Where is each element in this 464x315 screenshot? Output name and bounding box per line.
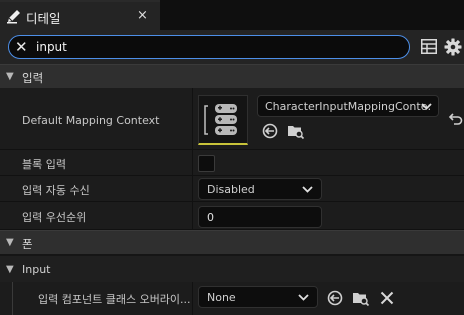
- gear-icon[interactable]: [444, 38, 462, 56]
- section-input[interactable]: ▼ 입력: [0, 64, 464, 88]
- mapping-context-dropdown[interactable]: CharacterInputMappingConte:: [257, 95, 439, 117]
- browse-class-icon[interactable]: [352, 289, 370, 307]
- property-name: 블록 입력: [22, 158, 66, 171]
- row-input-component-class-override: 입력 컴포넌트 클래스 오버라이... None: [0, 282, 464, 315]
- reset-to-default-icon[interactable]: [446, 110, 464, 128]
- collapse-arrow-icon: ▼: [6, 71, 14, 82]
- chevron-down-icon: [302, 186, 313, 193]
- column-divider: [192, 88, 193, 149]
- use-selected-class-icon[interactable]: [326, 289, 344, 307]
- subsection-input[interactable]: ▼ Input: [0, 256, 464, 282]
- table-view-icon[interactable]: [421, 39, 437, 54]
- details-tab[interactable]: 디테일 ×: [0, 0, 160, 30]
- column-divider: [192, 150, 193, 175]
- dropdown-value: None: [207, 291, 236, 304]
- row-input-priority: 입력 우선순위 0: [0, 202, 464, 230]
- section-label: 폰: [22, 237, 33, 251]
- tab-close-button[interactable]: ×: [137, 8, 148, 23]
- search-input[interactable]: ✕ input: [8, 35, 410, 59]
- chevron-down-icon: [298, 294, 309, 301]
- browse-asset-icon[interactable]: [287, 122, 305, 140]
- column-divider: [192, 176, 193, 201]
- property-name: 입력 컴포넌트 클래스 오버라이...: [38, 293, 191, 306]
- row-block-input: 블록 입력: [0, 150, 464, 176]
- search-value: input: [36, 40, 67, 54]
- dropdown-value: CharacterInputMappingConte:: [265, 100, 432, 113]
- field-value: 0: [207, 211, 214, 224]
- section-pawn[interactable]: ▼ 폰: [0, 230, 464, 254]
- collapse-arrow-icon: ▼: [6, 264, 14, 275]
- property-name: Default Mapping Context: [22, 114, 160, 127]
- subsection-label: Input: [22, 263, 51, 276]
- search-row: ✕ input: [0, 30, 464, 64]
- row-auto-receive-input: 입력 자동 수신 Disabled: [0, 176, 464, 202]
- clear-class-icon[interactable]: [378, 289, 396, 307]
- collapse-arrow-icon: ▼: [6, 237, 14, 248]
- dropdown-value: Disabled: [207, 183, 255, 196]
- section-label: 입력: [22, 71, 44, 85]
- use-selected-asset-icon[interactable]: [261, 122, 279, 140]
- details-tab-bar: 디테일 ×: [0, 0, 464, 30]
- input-priority-field[interactable]: 0: [198, 206, 322, 228]
- tab-title: 디테일: [26, 11, 61, 26]
- chevron-down-icon: [421, 103, 432, 110]
- auto-receive-dropdown[interactable]: Disabled: [198, 178, 322, 200]
- indent-guide: [12, 282, 13, 315]
- property-name: 입력 우선순위: [22, 211, 87, 224]
- component-class-dropdown[interactable]: None: [198, 286, 318, 308]
- property-name: 입력 자동 수신: [22, 184, 90, 197]
- pencil-icon: [7, 10, 20, 24]
- column-divider: [192, 282, 193, 315]
- column-divider: [192, 202, 193, 229]
- asset-thumbnail[interactable]: [198, 95, 248, 145]
- clear-search-icon[interactable]: ✕: [15, 38, 28, 56]
- block-input-checkbox[interactable]: [198, 155, 215, 172]
- input-mapping-asset-icon: [204, 104, 237, 135]
- row-default-mapping-context: Default Mapping Context CharacterInputMa…: [0, 88, 464, 150]
